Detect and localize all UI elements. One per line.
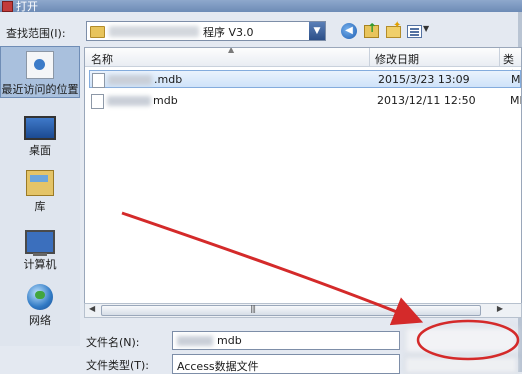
file-icon [91, 94, 104, 109]
title-bar: 打开 [0, 0, 522, 13]
file-date: 2015/3/23 13:09 [378, 73, 470, 86]
redacted-file-name [108, 75, 152, 85]
file-type: MD [511, 73, 521, 86]
filename-value: mdb [217, 334, 242, 347]
column-header-name[interactable]: 名称 [91, 51, 113, 67]
scroll-thumb[interactable]: ||| [101, 304, 481, 316]
lookin-combobox[interactable]: 程序 V3.0 ▼ [86, 21, 326, 41]
place-label: 计算机 [23, 258, 57, 271]
file-date: 2013/12/11 12:50 [377, 94, 476, 107]
sort-arrow-icon: ▲ [228, 47, 235, 54]
network-icon [27, 284, 53, 310]
back-arrow-icon[interactable]: ◀ [341, 23, 357, 39]
filename-label: 文件名(N): [86, 336, 140, 349]
place-label: 最近访问的位置 [1, 83, 79, 96]
computer-icon [25, 230, 55, 256]
lookin-value: 程序 V3.0 [203, 26, 254, 39]
cancel-button[interactable] [404, 356, 518, 374]
file-row[interactable]: .mdb 2015/3/23 13:09 MD [89, 70, 521, 88]
up-folder-icon[interactable]: ↑ [362, 21, 379, 39]
place-label: 网络 [29, 314, 51, 327]
place-label: 桌面 [29, 144, 51, 157]
column-divider[interactable] [499, 48, 500, 66]
open-button[interactable] [404, 326, 518, 354]
folder-icon [90, 26, 105, 38]
desktop-icon [24, 116, 56, 140]
file-type: MD [510, 94, 521, 107]
horizontal-scrollbar[interactable]: ◀ ||| ▶ [84, 303, 522, 318]
window-title: 打开 [16, 0, 38, 13]
new-folder-icon[interactable]: ✦ [384, 20, 401, 39]
filetype-select[interactable]: Access数据文件 [172, 354, 400, 374]
redacted-file-name [107, 96, 151, 106]
place-desktop[interactable]: 桌面 [0, 106, 80, 158]
place-network[interactable]: 网络 [0, 282, 80, 328]
file-row[interactable]: mdb 2013/12/11 12:50 MD [89, 92, 521, 110]
file-name: mdb [153, 94, 178, 107]
column-header-date[interactable]: 修改日期 [375, 51, 419, 67]
file-icon [92, 73, 105, 88]
place-libraries[interactable]: 库 [0, 168, 80, 214]
file-name: .mdb [154, 73, 183, 86]
file-list[interactable]: ▲ 名称 修改日期 类型 .mdb 2015/3/23 13:09 MD mdb… [84, 47, 522, 315]
place-computer[interactable]: 计算机 [0, 228, 80, 272]
redacted-filename [177, 336, 213, 346]
scroll-left-icon[interactable]: ◀ [89, 304, 95, 313]
place-recent[interactable]: 最近访问的位置 [0, 46, 80, 98]
column-header-row: ▲ 名称 修改日期 类型 [85, 47, 521, 82]
redacted-folder-name [109, 26, 199, 37]
recent-places-icon [26, 51, 54, 79]
grip-icon: ||| [250, 304, 256, 313]
libraries-icon [26, 170, 54, 196]
scroll-right-icon[interactable]: ▶ [497, 304, 503, 313]
view-menu-icon[interactable]: ▼ [406, 23, 432, 39]
filetype-label: 文件类型(T): [86, 359, 150, 372]
chevron-down-icon[interactable]: ▼ [309, 22, 325, 40]
filename-input[interactable]: mdb [172, 331, 400, 350]
lookin-label: 查找范围(I): [6, 27, 66, 40]
app-icon [2, 1, 13, 12]
places-bar: 最近访问的位置 桌面 库 计算机 网络 [0, 46, 80, 346]
column-divider[interactable] [369, 48, 370, 66]
place-label: 库 [34, 200, 46, 213]
